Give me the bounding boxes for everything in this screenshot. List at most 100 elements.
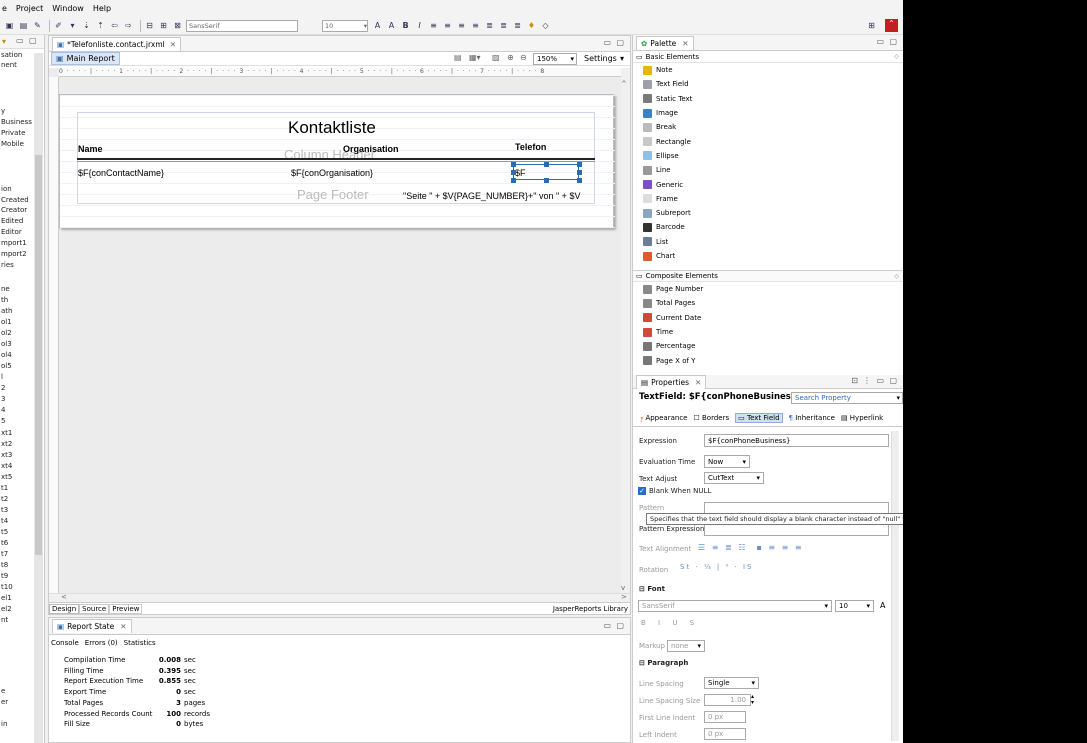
palette-item-percentage[interactable]: Percentage [633, 339, 903, 353]
font-grow-icon[interactable]: A [372, 20, 383, 31]
tab-preview[interactable]: Preview [109, 604, 143, 614]
scroll-down-icon[interactable]: v [621, 584, 625, 592]
align-icon[interactable]: ⊟ [144, 20, 155, 31]
outline-item[interactable]: 3 [1, 395, 5, 403]
layout-icon[interactable]: ⊠ [172, 20, 183, 31]
outline-item[interactable]: th [1, 296, 8, 304]
valign-top-icon[interactable]: ≣ [484, 20, 495, 31]
palette-item-subreport[interactable]: Subreport [633, 206, 903, 220]
font-size-input[interactable]: 10 ▾ [835, 600, 874, 612]
collapse-icon[interactable]: ◇ [894, 53, 899, 60]
design-canvas[interactable]: 0 · · · · | · · · · 1 · · · · | · · · · … [49, 68, 630, 598]
rotation-buttons[interactable]: St · ⅓ | ⁰ · ⅠS [680, 563, 753, 571]
back-icon[interactable]: ⇦ [109, 20, 120, 31]
tab-console[interactable]: Console [51, 639, 79, 647]
scroll-right-icon[interactable]: > [621, 593, 627, 601]
outline-item[interactable]: Editor [1, 228, 22, 236]
outline-item[interactable]: Mobile [1, 140, 24, 148]
outline-item[interactable]: xt5 [1, 473, 12, 481]
tab-text-field[interactable]: ▭ Text Field [735, 412, 783, 423]
outline-item[interactable]: xt4 [1, 462, 12, 470]
minimize-editor-icon[interactable]: ▭ [603, 38, 611, 47]
menu-project[interactable]: Project [16, 4, 43, 13]
outline-item[interactable]: el2 [1, 605, 12, 613]
palette-item-note[interactable]: Note [633, 63, 903, 77]
paragraph-section[interactable]: ⊟ Paragraph [639, 659, 688, 667]
next-annotation-icon[interactable]: ⇣ [81, 20, 92, 31]
outline-item[interactable]: ion [1, 185, 12, 193]
line-spacing-size-input[interactable]: 1.00 [704, 694, 751, 706]
settings-dropdown-icon[interactable]: ▾ [620, 54, 624, 63]
header-name[interactable]: Name [78, 144, 103, 154]
edit-icon[interactable]: ✎ [32, 20, 43, 31]
tab-inheritance[interactable]: ¶ Inheritance [789, 414, 835, 422]
menu-window[interactable]: Window [52, 4, 84, 13]
grid-icon[interactable]: ⊞ [158, 20, 169, 31]
basic-elements-header[interactable]: ▭ Basic Elements ◇ [633, 51, 903, 63]
outline-item[interactable]: Private [1, 129, 25, 137]
palette-item-text-field[interactable]: Text Field [633, 77, 903, 91]
outline-item[interactable]: ol4 [1, 351, 12, 359]
outline-item[interactable]: 2 [1, 384, 5, 392]
scroll-up-icon[interactable]: ^ [621, 80, 627, 88]
outline-item[interactable]: ries [1, 261, 14, 269]
outline-item[interactable]: in [1, 720, 7, 728]
outline-item[interactable]: t6 [1, 539, 8, 547]
zoom-select[interactable]: 150% ▾ [533, 53, 577, 65]
close-icon[interactable]: ✕ [120, 622, 126, 631]
palette-item-frame[interactable]: Frame [633, 192, 903, 206]
font-section[interactable]: ⊟ Font [639, 585, 665, 593]
font-style-buttons[interactable]: B I U S [641, 619, 699, 627]
left-indent-input[interactable]: 0 px [704, 728, 746, 740]
minimize-panel-icon[interactable]: ▭ [603, 621, 611, 630]
outline-item[interactable]: mport1 [1, 239, 27, 247]
outline-item[interactable]: 5 [1, 417, 5, 425]
outline-item[interactable]: sation [1, 51, 22, 59]
tab-source[interactable]: Source [79, 604, 110, 614]
outline-item[interactable]: Creator [1, 206, 27, 214]
outline-item[interactable]: t9 [1, 572, 8, 580]
outline-item[interactable]: 4 [1, 406, 5, 414]
palette-item-time[interactable]: Time [633, 325, 903, 339]
line-spacing-select[interactable]: Single ▾ [704, 677, 759, 689]
palette-item-ellipse[interactable]: Ellipse [633, 149, 903, 163]
field-contact-name[interactable]: $F{conContactName} [78, 168, 164, 178]
minimize-palette-icon[interactable]: ▭ [876, 37, 884, 46]
run-icon[interactable]: ▾ [67, 20, 78, 31]
minimize-props-icon[interactable]: ▭ [876, 376, 884, 385]
zoom-out-icon[interactable]: ⊖ [520, 53, 527, 62]
font-size-select[interactable]: 10 ▾ [322, 19, 368, 32]
palette-item-total-pages[interactable]: Total Pages [633, 296, 903, 310]
font-grow-icon[interactable]: A [880, 601, 885, 610]
align-center-icon[interactable]: ≡ [442, 20, 453, 31]
diamond-icon[interactable]: ◇ [540, 20, 551, 31]
forward-icon[interactable]: ⇨ [123, 20, 134, 31]
save-all-icon[interactable]: ▤ [18, 20, 29, 31]
tab-properties[interactable]: ▤ Properties ✕ [636, 374, 707, 389]
maximize-palette-icon[interactable]: ▢ [889, 37, 897, 46]
page-dropdown-icon[interactable]: ▦▾ [469, 53, 481, 62]
palette-item-generic[interactable]: Generic [633, 177, 903, 191]
palette-item-rectangle[interactable]: Rectangle [633, 134, 903, 148]
scroll-left-icon[interactable]: < [61, 593, 67, 601]
tab-report-state[interactable]: ▣ Report State ✕ [52, 619, 132, 633]
outline-item[interactable]: t8 [1, 561, 8, 569]
outline-item[interactable]: Business [1, 118, 32, 126]
header-organisation[interactable]: Organisation [343, 144, 399, 154]
tab-errors[interactable]: Errors (0) [85, 639, 118, 647]
blank-when-null-checkbox[interactable]: ✓ [638, 487, 646, 495]
palette-item-page-x-of-y[interactable]: Page X of Y [633, 353, 903, 367]
palette-item-static-text[interactable]: Static Text [633, 92, 903, 106]
outline-item[interactable]: t4 [1, 517, 8, 525]
palette-item-page-number[interactable]: Page Number [633, 282, 903, 296]
text-alignment-buttons[interactable]: ☰ ≡ ≣ ☷ ▪ ≡ ≡ ≡ [698, 543, 804, 552]
bold-icon[interactable]: B [400, 20, 411, 31]
field-organisation[interactable]: $F{conOrganisation} [291, 168, 373, 178]
tab-statistics[interactable]: Statistics [124, 639, 156, 647]
font-family-input[interactable]: SansSerif ▾ [638, 600, 832, 612]
tab-design[interactable]: Design [49, 604, 80, 614]
outline-item[interactable]: ol3 [1, 340, 12, 348]
tab-borders[interactable]: ☐ Borders [693, 414, 729, 422]
tab-hyperlink[interactable]: ▤ Hyperlink [841, 414, 883, 422]
valign-middle-icon[interactable]: ≣ [498, 20, 509, 31]
